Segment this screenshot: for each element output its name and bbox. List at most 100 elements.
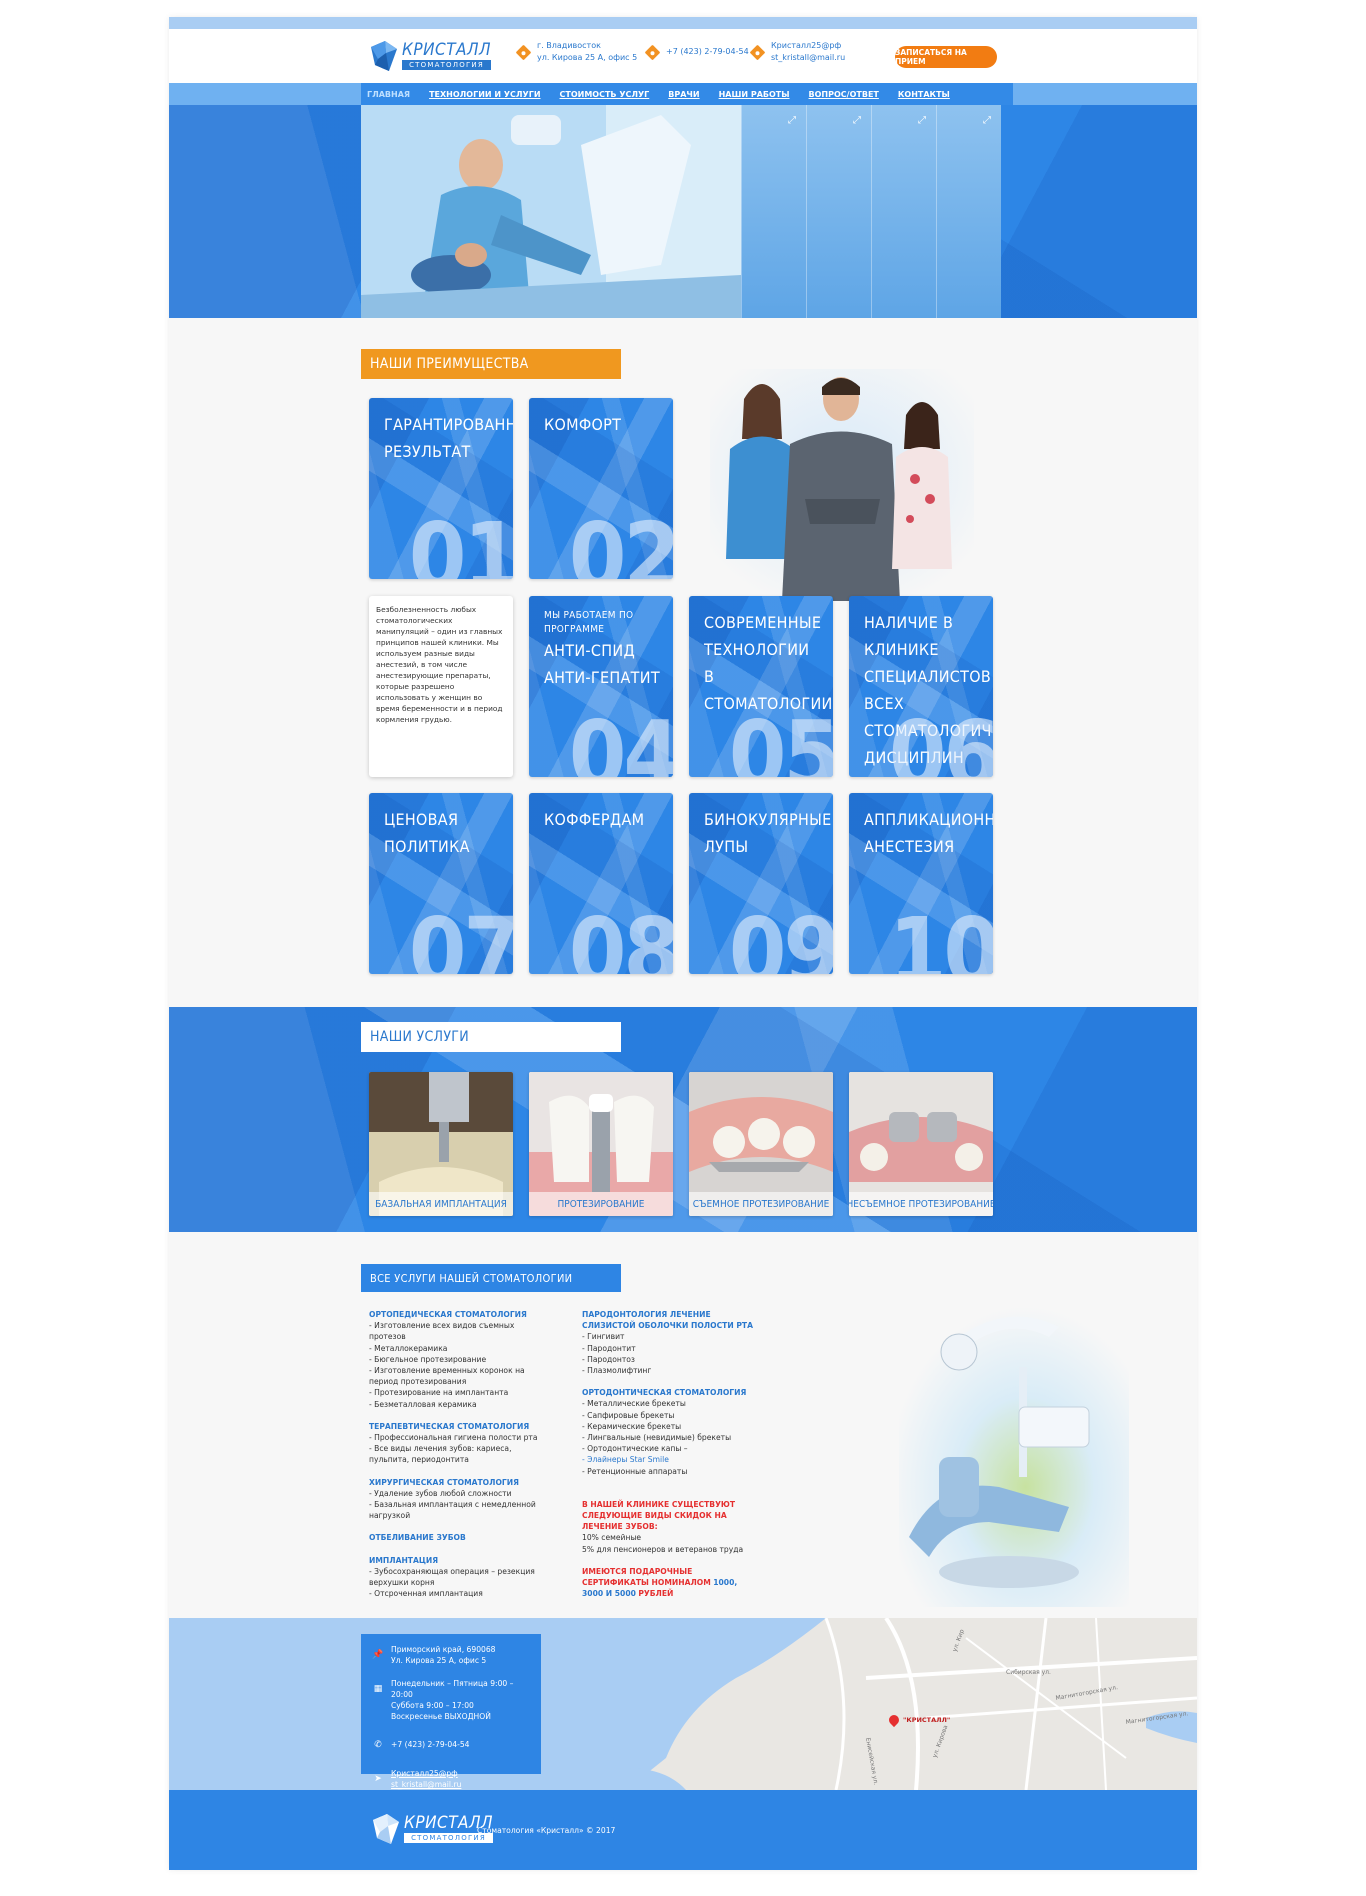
advantage-number: 06: [888, 701, 993, 778]
email-info: Кристалл25@рф st_kristall@mail.ru: [749, 40, 845, 64]
service-card[interactable]: БАЗАЛЬНАЯ ИМПЛАНТАЦИЯ: [369, 1072, 513, 1216]
list-item: - Безметалловая керамика: [369, 1399, 477, 1409]
service-label: НЕСЪЕМНОЕ ПРОТЕЗИРОВАНИЕ: [849, 1192, 993, 1216]
contact-email: ➤ Кристалл25@рф st_kristall@mail.ru: [371, 1768, 531, 1790]
advantage-title: АНТИ-СПИД АНТИ-ГЕПАТИТ: [544, 641, 660, 687]
nav-item-faq[interactable]: ВОПРОС/ОТВЕТ: [809, 90, 879, 99]
service-card[interactable]: НЕСЪЕМНОЕ ПРОТЕЗИРОВАНИЕ: [849, 1072, 993, 1216]
advantage-number: 01: [408, 503, 513, 580]
expand-icon[interactable]: ⤢: [788, 115, 796, 126]
contacts-box: 📌 Приморский край, 690068 Ул. Кирова 25 А…: [361, 1634, 541, 1789]
advantage-tile[interactable]: КОМФОРТ 02: [529, 398, 673, 579]
list-item: - Ретенционные аппараты: [582, 1466, 688, 1476]
list-item: - Базальная имплантация с немедленной на…: [369, 1500, 536, 1521]
category-heading[interactable]: ИМПЛАНТАЦИЯ: [369, 1555, 549, 1566]
advantage-tile[interactable]: ЦЕНОВАЯ ПОЛИТИКА 07: [369, 793, 513, 974]
expand-icon[interactable]: ⤢: [853, 115, 861, 126]
location-icon: [515, 44, 532, 60]
advantages-title: НАШИ ПРЕИМУЩЕСТВА: [361, 349, 621, 379]
dental-chair-illustration: [899, 1307, 1129, 1607]
category-heading[interactable]: ОРТОДОНТИЧЕСКАЯ СТОМАТОЛОГИЯ: [582, 1387, 757, 1398]
phone-icon: ✆: [374, 1740, 382, 1750]
hero-photo-stripe[interactable]: ⤢: [936, 105, 1001, 318]
contact-phone-number[interactable]: +7 (423) 2-79-04-54: [391, 1734, 469, 1756]
advantage-tile[interactable]: ГАРАНТИРОВАННЫЙ РЕЗУЛЬТАТ 01: [369, 398, 513, 579]
hero-photo-stripe[interactable]: ⤢: [741, 105, 806, 318]
advantage-tile[interactable]: НАЛИЧИЕ В КЛИНИКЕ СПЕЦИАЛИСТОВ ВСЕХ СТОМ…: [849, 596, 993, 777]
advantage-number: 10: [888, 898, 993, 975]
book-appointment-button[interactable]: ЗАПИСАТЬСЯ НА ПРИЕМ: [895, 46, 997, 68]
hero-banner: ⤢ ⤢ ⤢ ⤢: [169, 105, 1197, 318]
advantage-title: ЦЕНОВАЯ ПОЛИТИКА: [384, 810, 470, 856]
svg-text:Сибирская ул.: Сибирская ул.: [1006, 1669, 1051, 1676]
service-label: БАЗАЛЬНАЯ ИМПЛАНТАЦИЯ: [369, 1192, 513, 1216]
list-item: - Металлические брекеты: [582, 1399, 686, 1409]
service-card[interactable]: ПРОТЕЗИРОВАНИЕ: [529, 1072, 673, 1216]
contact-email-rf[interactable]: Кристалл25@рф: [391, 1768, 461, 1779]
address-text: ул. Кирова 25 А, офис 5: [537, 53, 638, 62]
category-heading[interactable]: ПАРОДОНТОЛОГИЯ ЛЕЧЕНИЕ СЛИЗИСТОЙ ОБОЛОЧК…: [582, 1309, 757, 1331]
category-heading[interactable]: ХИРУРГИЧЕСКАЯ СТОМАТОЛОГИЯ: [369, 1477, 549, 1488]
crystal-logo-icon: [371, 41, 397, 71]
main-nav: ГЛАВНАЯ ТЕХНОЛОГИИ И УСЛУГИ СТОИМОСТЬ УС…: [169, 83, 1197, 105]
category-heading[interactable]: ОТБЕЛИВАНИЕ ЗУБОВ: [369, 1532, 549, 1543]
advantage-title: АППЛИКАЦИОННАЯ АНЕСТЕЗИЯ: [864, 810, 993, 856]
list-item: - Профессиональная гигиена полости рта: [369, 1433, 538, 1443]
service-card[interactable]: СЪЕМНОЕ ПРОТЕЗИРОВАНИЕ: [689, 1072, 833, 1216]
nav-item-works[interactable]: НАШИ РАБОТЫ: [719, 90, 790, 99]
nav-item-contacts[interactable]: КОНТАКТЫ: [898, 90, 950, 99]
crystal-logo-icon: [373, 1814, 399, 1844]
map-section: Сибирская ул. Магнитогорская ул. Енисейс…: [169, 1618, 1197, 1790]
header: КРИСТАЛЛ СТОМАТОЛОГИЯ г. Владивосток ул. …: [169, 29, 1197, 83]
hero-photo-stripe[interactable]: ⤢: [806, 105, 871, 318]
advantage-number: 09: [728, 898, 833, 975]
nav-item-technologies[interactable]: ТЕХНОЛОГИИ И УСЛУГИ: [429, 90, 540, 99]
advantage-tile[interactable]: МЫ РАБОТАЕМ ПО ПРОГРАММЕ АНТИ-СПИД АНТИ-Г…: [529, 596, 673, 777]
logo[interactable]: КРИСТАЛЛ СТОМАТОЛОГИЯ: [369, 39, 492, 73]
top-strip: [169, 17, 1197, 29]
nav-item-doctors[interactable]: ВРАЧИ: [668, 90, 699, 99]
footer-logo[interactable]: КРИСТАЛЛ СТОМАТОЛОГИЯ: [371, 1812, 494, 1846]
anesthesia-text-card: Безболезненность любых стоматологических…: [369, 596, 513, 777]
expand-icon[interactable]: ⤢: [983, 115, 991, 126]
email-mail[interactable]: st_kristall@mail.ru: [771, 52, 845, 64]
advantage-tile[interactable]: БИНОКУЛЯРНЫЕ ЛУПЫ 09: [689, 793, 833, 974]
contact-email-mail[interactable]: st_kristall@mail.ru: [391, 1779, 461, 1790]
city-text: г. Владивосток: [537, 41, 601, 50]
list-item: - Отсроченная имплантация: [369, 1589, 483, 1599]
list-item: - Лингвальные (невидимые) брекеты: [582, 1433, 732, 1443]
phone-text[interactable]: +7 (423) 2-79-04-54: [666, 46, 749, 58]
logo-subtitle: СТОМАТОЛОГИЯ: [402, 60, 492, 70]
list-item: - Протезирование на имплантанта: [369, 1388, 509, 1398]
certificate-note: ИМЕЮТСЯ ПОДАРОЧНЫЕ СЕРТИФИКАТЫ НОМИНАЛОМ…: [582, 1566, 738, 1599]
list-item: - Изготовление всех видов съемных протез…: [369, 1321, 515, 1342]
location-map[interactable]: Сибирская ул. Магнитогорская ул. Енисейс…: [626, 1618, 1197, 1790]
advantage-tile[interactable]: СОВРЕМЕННЫЕ ТЕХНОЛОГИИ В СТОМАТОЛОГИИ 05: [689, 596, 833, 777]
star-smile-link[interactable]: - Элайнеры Star Smile: [582, 1454, 757, 1465]
calendar-icon: ▦: [373, 1684, 383, 1694]
hero-photo-stripe[interactable]: ⤢: [871, 105, 936, 318]
services-list-right: ПАРОДОНТОЛОГИЯ ЛЕЧЕНИЕ СЛИЗИСТОЙ ОБОЛОЧК…: [582, 1309, 757, 1599]
nav-item-prices[interactable]: СТОИМОСТЬ УСЛУГ: [560, 90, 650, 99]
advantage-number: 04: [568, 701, 673, 778]
list-item: - Металлокерамика: [369, 1343, 448, 1353]
expand-icon[interactable]: ⤢: [918, 115, 926, 126]
category-heading[interactable]: ТЕРАПЕВТИЧЕСКАЯ СТОМАТОЛОГИЯ: [369, 1421, 549, 1432]
list-item: - Пародонтит: [582, 1343, 636, 1353]
service-label: СЪЕМНОЕ ПРОТЕЗИРОВАНИЕ: [689, 1192, 833, 1216]
list-item: - Гингивит: [582, 1332, 625, 1342]
advantage-tile[interactable]: КОФФЕРДАМ 08: [529, 793, 673, 974]
all-services-title: ВСЕ УСЛУГИ НАШЕЙ СТОМАТОЛОГИИ: [361, 1264, 621, 1292]
list-item: - Удаление зубов любой сложности: [369, 1488, 512, 1498]
phone-info: +7 (423) 2-79-04-54: [644, 44, 749, 60]
category-heading[interactable]: ОРТОПЕДИЧЕСКАЯ СТОМАТОЛОГИЯ: [369, 1309, 549, 1320]
discount-item: 5% для пенсионеров и ветеранов труда: [582, 1544, 744, 1554]
address-info: г. Владивосток ул. Кирова 25 А, офис 5: [515, 40, 638, 64]
advantage-tile[interactable]: АППЛИКАЦИОННАЯ АНЕСТЕЗИЯ 10: [849, 793, 993, 974]
map-marker[interactable]: "КРИСТАЛЛ": [886, 1712, 950, 1728]
mail-icon: [749, 44, 766, 60]
email-rf[interactable]: Кристалл25@рф: [771, 40, 845, 52]
contact-address: 📌 Приморский край, 690068 Ул. Кирова 25 А…: [372, 1645, 496, 1665]
list-item: - Бюгельное протезирование: [369, 1354, 487, 1364]
nav-item-home[interactable]: ГЛАВНАЯ: [367, 90, 410, 99]
